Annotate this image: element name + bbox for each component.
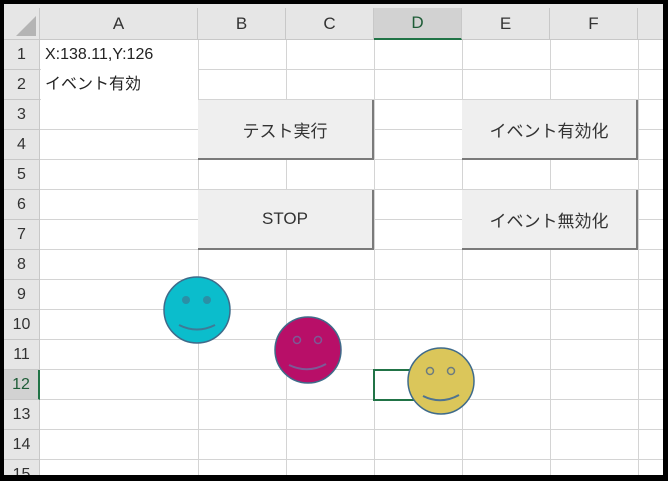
row-header-11[interactable]: 11	[4, 340, 40, 370]
row-header-10[interactable]: 10	[4, 310, 40, 340]
row-header-4[interactable]: 4	[4, 130, 40, 160]
gridline	[40, 459, 663, 460]
corner-triangle-icon	[16, 16, 36, 36]
gridline	[40, 339, 663, 340]
row-header-1[interactable]: 1	[4, 40, 40, 70]
spreadsheet: A B C D E F 1 2 3 4 5 6 7 8 9 10 11 12 1…	[4, 4, 663, 475]
row-header-15[interactable]: 15	[4, 460, 40, 475]
gridline	[40, 399, 663, 400]
test-run-button[interactable]: テスト実行	[198, 100, 374, 160]
column-header-a[interactable]: A	[40, 8, 198, 40]
column-header-f[interactable]: F	[550, 8, 638, 40]
column-header-b[interactable]: B	[198, 8, 286, 40]
enable-events-button[interactable]: イベント有効化	[462, 100, 638, 160]
row-header-13[interactable]: 13	[4, 400, 40, 430]
gridline	[40, 279, 663, 280]
column-header-d[interactable]: D	[374, 8, 462, 40]
row-header-9[interactable]: 9	[4, 280, 40, 310]
row-header-8[interactable]: 8	[4, 250, 40, 280]
smiley-face-magenta-icon[interactable]	[274, 316, 342, 384]
gridline	[40, 309, 663, 310]
column-header-e[interactable]: E	[462, 8, 550, 40]
gridline	[40, 369, 663, 370]
cell-a1[interactable]: X:138.11,Y:126	[41, 40, 198, 70]
gridline	[40, 429, 663, 430]
column-header-g[interactable]	[638, 8, 663, 40]
row-header-2[interactable]: 2	[4, 70, 40, 100]
select-all-corner[interactable]	[4, 8, 40, 40]
smiley-face-yellow-icon[interactable]	[407, 347, 475, 415]
column-header-c[interactable]: C	[286, 8, 374, 40]
row-header-7[interactable]: 7	[4, 220, 40, 250]
row-header-3[interactable]: 3	[4, 100, 40, 130]
row-header-5[interactable]: 5	[4, 160, 40, 190]
smiley-face-cyan-icon[interactable]	[163, 276, 231, 344]
row-header-14[interactable]: 14	[4, 430, 40, 460]
cell-a2[interactable]: イベント有効	[41, 70, 198, 100]
stop-button[interactable]: STOP	[198, 190, 374, 250]
row-header-12[interactable]: 12	[4, 370, 40, 400]
row-header-6[interactable]: 6	[4, 190, 40, 220]
disable-events-button[interactable]: イベント無効化	[462, 190, 638, 250]
